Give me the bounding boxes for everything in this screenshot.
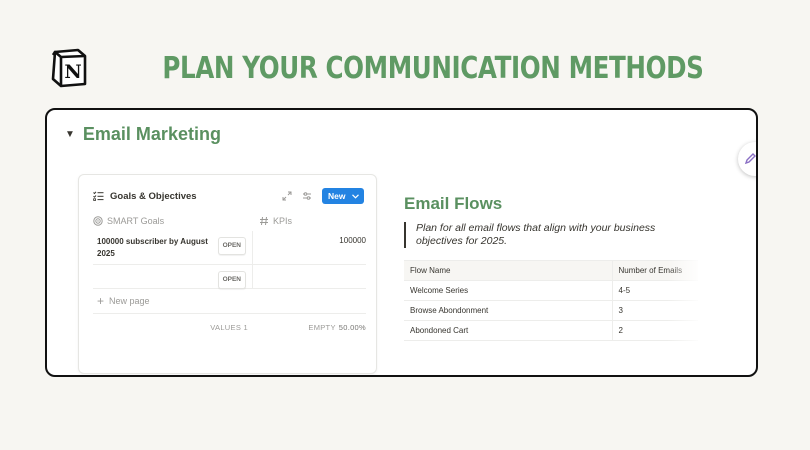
column-kpis[interactable]: KPIs xyxy=(253,213,292,229)
checklist-icon xyxy=(93,191,104,201)
email-flows-quote: Plan for all email flows that align with… xyxy=(404,222,694,248)
column-smart-goals[interactable]: SMART Goals xyxy=(93,213,253,229)
table-overflow-fade xyxy=(667,260,703,344)
notion-logo-letter: N xyxy=(64,61,81,83)
kpi-cell[interactable] xyxy=(253,265,366,288)
column-label: KPIs xyxy=(273,216,293,226)
expand-icon[interactable] xyxy=(282,191,292,201)
table-row[interactable]: OPEN xyxy=(93,265,366,289)
triangle-down-icon[interactable]: ▼ xyxy=(65,129,75,140)
goal-cell[interactable]: OPEN xyxy=(93,265,253,289)
flow-name-cell[interactable]: Welcome Series xyxy=(404,280,613,301)
new-button[interactable]: New xyxy=(322,188,364,204)
plus-icon: + xyxy=(97,294,105,308)
goals-database: Goals & Objectives New SMART Goals KPIs … xyxy=(78,174,377,374)
goal-text: 100000 subscriber by August 2025 xyxy=(97,237,208,258)
table-row: Browse Abondonment 3 xyxy=(404,300,698,321)
chevron-down-icon[interactable] xyxy=(352,193,360,199)
page-title: PLAN YOUR COMMUNICATION METHODS xyxy=(162,50,704,86)
new-button-label: New xyxy=(328,191,346,201)
database-column-headers: SMART Goals KPIs xyxy=(93,213,366,229)
notion-page-frame: ▼ Email Marketing Goals & Objectives New… xyxy=(45,108,758,377)
email-flows-table: Flow Name Number of Emails Welcome Serie… xyxy=(404,260,698,341)
empty-calculation[interactable]: EMPTY 50.00% xyxy=(308,323,366,332)
new-page-label: New page xyxy=(109,296,150,306)
table-row: Welcome Series 4-5 xyxy=(404,280,698,301)
flow-name-cell[interactable]: Browse Abondonment xyxy=(404,300,613,321)
filter-settings-icon[interactable] xyxy=(302,191,312,201)
pencil-icon xyxy=(744,153,756,165)
table-header-row: Flow Name Number of Emails xyxy=(404,260,698,281)
section-title: Email Marketing xyxy=(82,124,221,144)
email-marketing-toggle[interactable]: ▼ Email Marketing xyxy=(65,124,221,145)
flow-name-cell[interactable]: Abondoned Cart xyxy=(404,320,613,341)
values-calculation[interactable]: VALUES 1 xyxy=(210,323,248,332)
banner: N PLAN YOUR COMMUNICATION METHODS xyxy=(0,44,810,92)
table-row[interactable]: 100000 subscriber by August 2025 OPEN 10… xyxy=(93,231,366,265)
empty-value: 50.00% xyxy=(338,323,366,332)
header-flow-name[interactable]: Flow Name xyxy=(404,260,613,281)
target-icon xyxy=(93,216,103,226)
database-title[interactable]: Goals & Objectives xyxy=(110,191,197,202)
goal-cell[interactable]: 100000 subscriber by August 2025 OPEN xyxy=(93,231,253,264)
database-header: Goals & Objectives New xyxy=(93,187,364,205)
database-footer: VALUES 1 EMPTY 50.00% xyxy=(93,313,366,333)
number-hash-icon xyxy=(260,216,268,226)
open-row-button[interactable]: OPEN xyxy=(217,271,246,289)
values-count: 1 xyxy=(243,323,248,332)
open-row-button[interactable]: OPEN xyxy=(217,237,246,255)
table-row: Abondoned Cart 2 xyxy=(404,320,698,341)
notion-logo-icon: N xyxy=(51,48,87,88)
new-page-button[interactable]: + New page xyxy=(97,294,150,308)
email-flows-heading: Email Flows xyxy=(404,194,503,213)
kpi-cell[interactable]: 100000 xyxy=(253,231,366,264)
values-label: VALUES xyxy=(210,323,242,332)
edit-button[interactable] xyxy=(738,142,756,176)
empty-label: EMPTY xyxy=(308,323,336,332)
column-label: SMART Goals xyxy=(107,216,165,226)
